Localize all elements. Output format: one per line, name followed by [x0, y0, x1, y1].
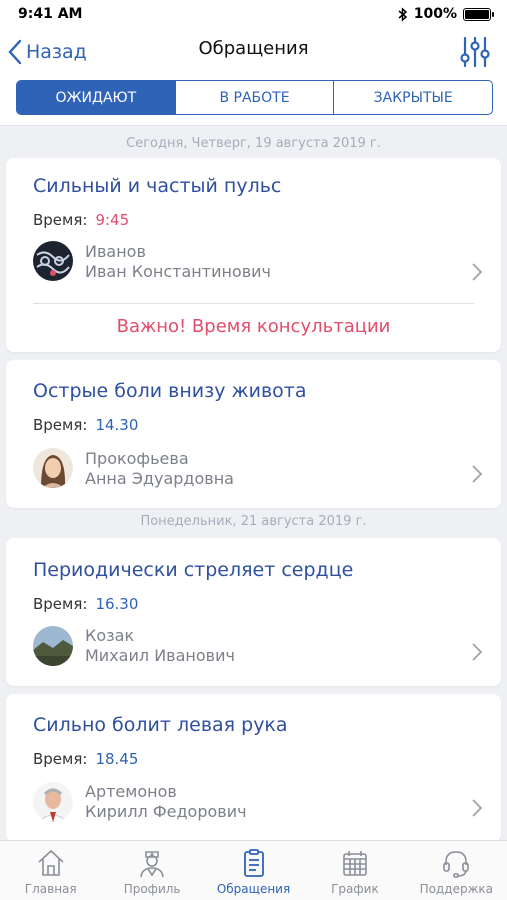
headset-icon [443, 851, 470, 878]
time-value: 14.30 [95, 416, 139, 434]
segment-closed[interactable]: ЗАКРЫТЫЕ [333, 81, 492, 114]
tab-profile[interactable]: Профиль [101, 841, 202, 900]
chevron-right-icon [472, 263, 483, 281]
home-icon [38, 849, 64, 876]
divider [33, 303, 474, 304]
appointment-title: Острые боли внизу живота [33, 380, 307, 402]
tab-label: Профиль [123, 882, 181, 896]
urgent-alert: Важно! Время консультации [116, 316, 391, 337]
status-bar: 9:41 AM 100% [0, 0, 507, 28]
time-label: Время: [33, 750, 88, 768]
time-value: 16.30 [95, 595, 139, 613]
segment-in-progress[interactable]: В РАБОТЕ [174, 81, 334, 114]
tab-schedule[interactable]: График [304, 841, 405, 900]
doctor-first-name: Иван Константинович [85, 262, 271, 281]
appointment-card[interactable]: Периодически стреляет сердце Время: 16.30… [6, 538, 501, 686]
time-row: Время: 16.30 [33, 595, 138, 613]
battery-percent: 100% [413, 6, 457, 22]
tab-label: Поддержка [419, 882, 494, 896]
doctor-first-name: Михаил Иванович [85, 646, 235, 665]
time-value: 18.45 [95, 750, 139, 768]
appointment-title: Периодически стреляет сердце [33, 559, 354, 581]
filter-sliders-icon[interactable] [457, 34, 493, 70]
battery-icon [463, 7, 494, 21]
doctor-icon [140, 851, 164, 878]
tab-home[interactable]: Главная [0, 841, 101, 900]
clipboard-icon [243, 849, 264, 877]
appointment-card[interactable]: Острые боли внизу живота Время: 14.30 Про… [6, 360, 501, 508]
time-row: Время: 9:45 [33, 211, 129, 229]
doctor-last-name: Иванов [85, 242, 146, 261]
time-value: 9:45 [95, 211, 130, 229]
appointment-title: Сильный и частый пульс [33, 175, 282, 197]
avatar [33, 782, 73, 822]
time-row: Время: 14.30 [33, 416, 138, 434]
tab-support[interactable]: Поддержка [406, 841, 507, 900]
doctor-last-name: Прокофьева [85, 449, 189, 468]
time-label: Время: [33, 595, 88, 613]
chevron-right-icon [472, 643, 483, 661]
avatar [33, 626, 73, 666]
doctor-first-name: Кирилл Федорович [85, 802, 247, 821]
doctor-last-name: Артемонов [85, 782, 177, 801]
time-row: Время: 18.45 [33, 750, 138, 768]
chevron-right-icon [472, 465, 483, 483]
calendar-icon [343, 851, 367, 876]
appointment-card[interactable]: Сильно болит левая рука Время: 18.45 Арте… [6, 694, 501, 842]
doctor-last-name: Козак [85, 626, 135, 645]
nav-bar: Назад Обращения [0, 28, 507, 76]
status-segmented-control: ОЖИДАЮТ В РАБОТЕ ЗАКРЫТЫЕ [16, 80, 493, 115]
time-label: Время: [33, 211, 88, 229]
bluetooth-icon [398, 6, 407, 22]
tab-label: Обращения [216, 882, 291, 896]
tab-requests[interactable]: Обращения [203, 841, 304, 900]
status-time: 9:41 AM [18, 6, 83, 22]
chevron-right-icon [472, 799, 483, 817]
section-date: Сегодня, Четверг, 19 августа 2019 г. [126, 136, 381, 151]
segment-waiting[interactable]: ОЖИДАЮТ [17, 81, 175, 114]
appointment-card[interactable]: Сильный и частый пульс Время: 9:45 Иванов… [6, 158, 501, 352]
avatar [33, 448, 73, 488]
section-date: Понедельник, 21 августа 2019 г. [140, 514, 367, 529]
avatar [33, 241, 73, 281]
tab-label: Главная [24, 882, 77, 896]
tab-bar: Главная Профиль Обращения График Поддерж… [0, 840, 507, 900]
appointment-title: Сильно болит левая рука [33, 714, 288, 736]
time-label: Время: [33, 416, 88, 434]
doctor-first-name: Анна Эдуардовна [85, 469, 234, 488]
page-title: Обращения [198, 38, 309, 59]
tab-label: График [331, 882, 379, 896]
